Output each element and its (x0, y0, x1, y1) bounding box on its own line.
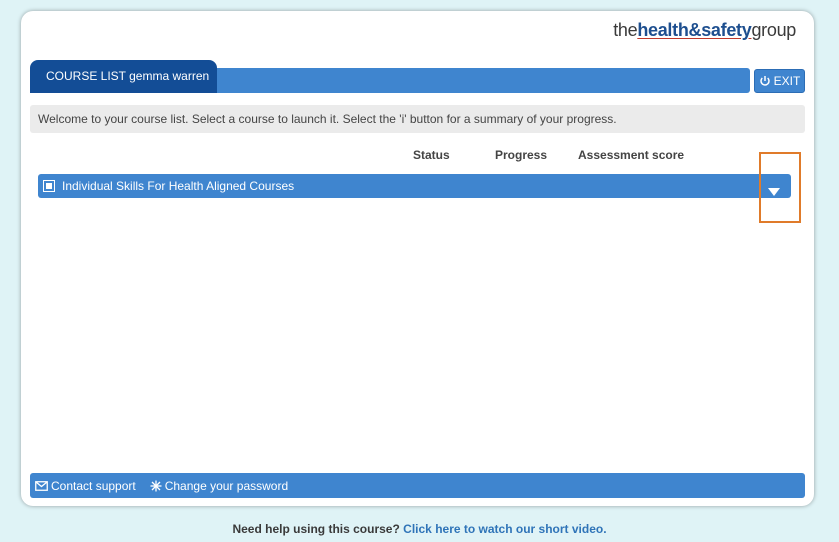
change-password-link[interactable]: Change your password (150, 479, 288, 493)
asterisk-icon (150, 480, 162, 491)
course-title: Individual Skills For Health Aligned Cou… (62, 179, 295, 193)
course-checkbox-icon (43, 180, 55, 192)
power-icon (759, 76, 770, 86)
watch-video-link[interactable]: Click here to watch our short video. (403, 522, 606, 536)
welcome-message: Welcome to your course list. Select a co… (30, 105, 805, 133)
help-footer: Need help using this course? Click here … (0, 522, 839, 536)
contact-support-label: Contact support (51, 478, 136, 493)
progress-column-header: Progress (495, 148, 548, 162)
assessment-column-header: Assessment score (578, 148, 685, 162)
change-password-label: Change your password (164, 478, 289, 493)
footer-bar: Contact support Change your password (30, 473, 805, 498)
mail-icon (35, 480, 48, 491)
exit-label: EXIT (773, 74, 801, 88)
company-logo: thehealth&safetygroup (613, 20, 796, 40)
course-list-tab: COURSE LIST gemma warren (30, 60, 217, 93)
help-question: Need help using this course? (232, 522, 400, 536)
status-column-header: Status (413, 148, 450, 162)
exit-button[interactable]: EXIT (754, 69, 805, 93)
highlight-box (759, 152, 801, 223)
course-list-panel: thehealth&safetygroup COURSE LIST gemma … (21, 11, 814, 506)
course-row[interactable]: Individual Skills For Health Aligned Cou… (38, 174, 791, 198)
contact-support-link[interactable]: Contact support (35, 479, 136, 493)
